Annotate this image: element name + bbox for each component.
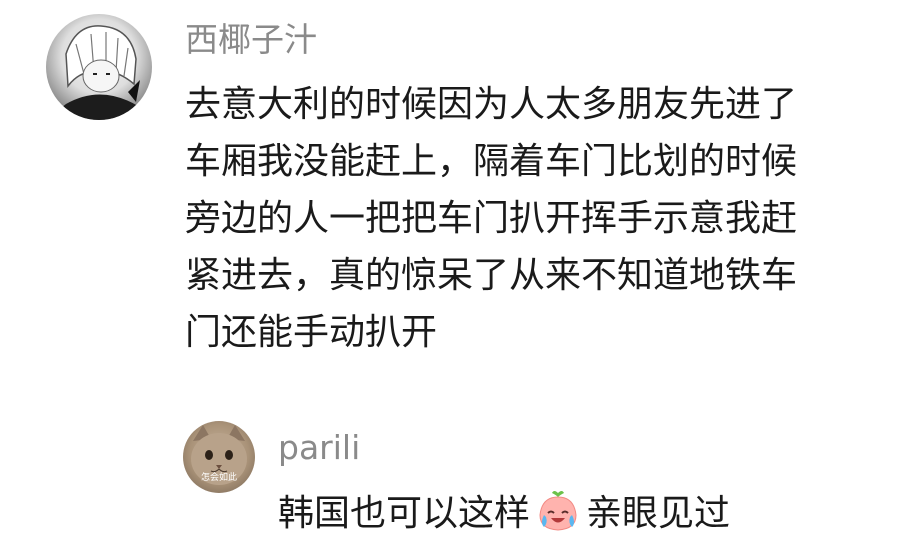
reply-text: 韩国也可以这样 亲眼见过 [278, 488, 730, 540]
avatar-caption: 怎会如此 [200, 473, 237, 483]
anime-avatar-icon[interactable] [46, 14, 152, 120]
comment-text: 去意大利的时候因为人太多朋友先进了 车厢我没能赶上，隔着车门比划的时候 旁边的人… [185, 76, 885, 361]
reply-text-before: 韩国也可以这样 [278, 493, 531, 534]
reply-username[interactable]: parili [278, 428, 360, 468]
comment-line: 门还能手动扒开 [185, 312, 438, 353]
comment-line: 旁边的人一把把车门扒开挥手示意我赶 [185, 198, 798, 239]
comment-line: 去意大利的时候因为人太多朋友先进了 [185, 84, 798, 125]
comment-line: 紧进去，真的惊呆了从来不知道地铁车 [185, 255, 798, 296]
comment-username[interactable]: 西椰子汁 [185, 20, 317, 60]
anime-avatar-drawing [46, 25, 152, 120]
cat-avatar-icon[interactable]: 怎会如此 [183, 421, 255, 493]
reply-text-after: 亲眼见过 [586, 493, 731, 534]
crying-laughing-peach-emoji-icon [536, 489, 580, 533]
comment-line: 车厢我没能赶上，隔着车门比划的时候 [185, 141, 798, 182]
